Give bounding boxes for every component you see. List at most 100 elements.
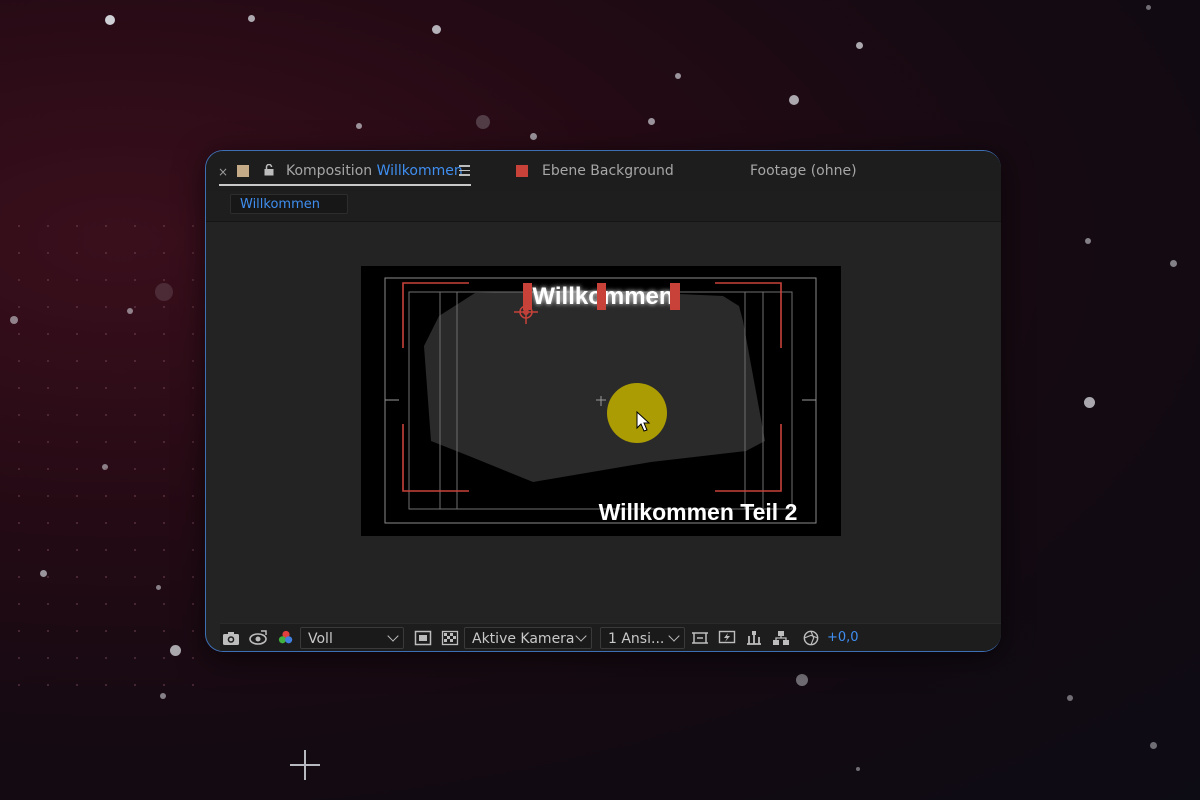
grid-dot <box>192 387 194 389</box>
grid-dot <box>192 684 194 686</box>
grid-dot <box>163 576 165 578</box>
grid-dot <box>163 225 165 227</box>
tab-composition-name: Willkommen <box>376 163 463 179</box>
flowchart-icon[interactable] <box>772 630 790 646</box>
text-layer-handle <box>597 283 606 310</box>
composition-navigator-bar: Willkommen <box>206 191 1001 222</box>
grid-dot <box>105 684 107 686</box>
grid-dot <box>47 225 49 227</box>
grid-dot <box>163 495 165 497</box>
grid-dot <box>18 306 20 308</box>
grid-dot <box>47 279 49 281</box>
chevron-down-icon <box>668 630 680 642</box>
grid-dot <box>192 279 194 281</box>
grid-dot <box>134 684 136 686</box>
grid-dot <box>105 279 107 281</box>
viewer-toolbar: Voll Aktive Kamera 1 Ansi... +0,0 <box>220 623 1001 651</box>
camera-view-dropdown[interactable]: Aktive Kamera <box>464 627 592 649</box>
grid-dot <box>163 333 165 335</box>
grid-dot <box>134 387 136 389</box>
grid-dot <box>18 522 20 524</box>
lock-icon[interactable] <box>263 164 275 176</box>
composition-color-swatch <box>237 165 249 177</box>
grid-dot <box>163 360 165 362</box>
grid-dot <box>18 657 20 659</box>
region-of-interest-icon[interactable] <box>414 630 432 646</box>
grid-dot <box>134 549 136 551</box>
grid-dot <box>163 306 165 308</box>
composition-viewer[interactable]: Willkommen Willkommen Teil 2 <box>361 266 841 536</box>
grid-dot <box>105 657 107 659</box>
grid-dot <box>18 333 20 335</box>
grid-dot <box>105 414 107 416</box>
grid-dot <box>18 576 20 578</box>
grid-dot <box>105 333 107 335</box>
grid-dot <box>105 522 107 524</box>
grid-dot <box>192 630 194 632</box>
layer-color-swatch <box>516 165 528 177</box>
grid-dot <box>18 252 20 254</box>
background-layer-shape <box>424 290 765 482</box>
view-layout-value: 1 Ansi... <box>608 631 665 647</box>
grid-dot <box>47 306 49 308</box>
camera-icon[interactable] <box>222 630 240 646</box>
grid-dot <box>47 495 49 497</box>
fast-previews-icon[interactable] <box>718 630 736 646</box>
grid-dot <box>76 495 78 497</box>
grid-dot <box>163 549 165 551</box>
grid-dot <box>105 603 107 605</box>
grid-dot <box>76 279 78 281</box>
grid-dot <box>163 414 165 416</box>
exposure-value[interactable]: +0,0 <box>827 630 859 645</box>
grid-dot <box>163 684 165 686</box>
crosshair-icon <box>290 750 320 780</box>
grid-dot <box>47 576 49 578</box>
grid-dot <box>163 657 165 659</box>
grid-dot <box>192 603 194 605</box>
grid-dot <box>76 252 78 254</box>
tab-composition[interactable]: Komposition Willkommen <box>286 163 463 179</box>
grid-dot <box>134 414 136 416</box>
grid-dot <box>192 225 194 227</box>
grid-dot <box>134 225 136 227</box>
grid-dot <box>76 414 78 416</box>
view-layout-dropdown[interactable]: 1 Ansi... <box>600 627 685 649</box>
grid-dot <box>18 387 20 389</box>
grid-dot <box>47 684 49 686</box>
grid-dot <box>134 333 136 335</box>
show-snapshot-icon[interactable] <box>249 630 267 646</box>
grid-dot <box>192 441 194 443</box>
resolution-dropdown[interactable]: Voll <box>300 627 404 649</box>
transparency-grid-icon[interactable] <box>441 630 459 646</box>
grid-dot <box>105 360 107 362</box>
tab-footage[interactable]: Footage (ohne) <box>750 163 857 179</box>
timeline-icon[interactable] <box>745 630 763 646</box>
grid-dot <box>192 576 194 578</box>
reset-exposure-icon[interactable] <box>802 630 820 646</box>
grid-dot <box>47 252 49 254</box>
tab-composition-prefix: Komposition <box>286 163 373 179</box>
grid-dot <box>163 468 165 470</box>
grid-dot <box>47 630 49 632</box>
grid-dot <box>76 549 78 551</box>
grid-dot <box>76 684 78 686</box>
grid-dot <box>76 360 78 362</box>
grid-dot <box>105 576 107 578</box>
grid-dot <box>134 360 136 362</box>
tab-layer[interactable]: Ebene Background <box>542 163 674 179</box>
grid-dot <box>76 657 78 659</box>
grid-dot <box>134 630 136 632</box>
grid-dot <box>134 495 136 497</box>
grid-dot <box>18 414 20 416</box>
grid-dot <box>192 522 194 524</box>
grid-dot <box>192 333 194 335</box>
panel-menu-icon[interactable] <box>459 165 470 176</box>
grid-dot <box>76 306 78 308</box>
grid-dot <box>163 387 165 389</box>
breadcrumb[interactable]: Willkommen <box>230 194 348 214</box>
viewer-canvas: Willkommen Willkommen Teil 2 <box>384 277 817 525</box>
close-icon[interactable]: × <box>218 165 228 179</box>
grid-dot <box>105 387 107 389</box>
color-channels-icon[interactable] <box>277 630 295 646</box>
toggle-pixel-aspect-icon[interactable] <box>691 630 709 646</box>
